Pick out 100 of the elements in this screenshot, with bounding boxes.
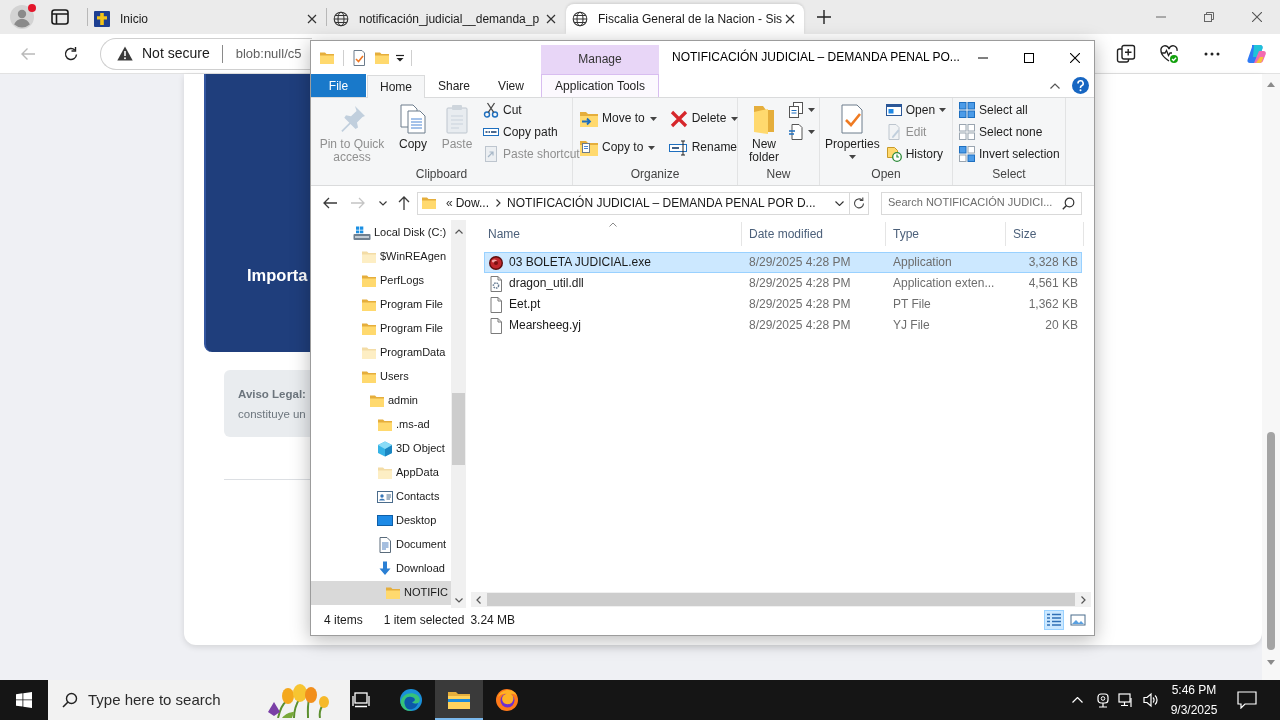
- app-logo-icon[interactable]: [1245, 42, 1267, 65]
- browser-tab[interactable]: notificación_judicial__demanda_p: [327, 4, 565, 34]
- file-type: YJ File: [893, 318, 930, 333]
- menu-caret-icon[interactable]: [395, 53, 405, 62]
- tree-item[interactable]: AppData: [311, 461, 451, 485]
- search-bar[interactable]: Type here to search: [48, 680, 350, 720]
- ribbon-tab[interactable]: Application Tools: [541, 74, 659, 97]
- tree-item[interactable]: PerfLogs: [311, 269, 451, 293]
- document-check-icon[interactable]: [351, 49, 367, 66]
- ribbon-button[interactable]: Delete: [668, 104, 739, 133]
- chevron-down-icon[interactable]: [379, 200, 387, 206]
- window-icon[interactable]: [51, 9, 69, 25]
- ribbon-button[interactable]: Move to: [579, 104, 657, 133]
- address-bar[interactable]: « Dow... NOTIFICACIÓN JUDICIAL – DEMANDA PENAL POR D...: [417, 191, 850, 215]
- tree-item[interactable]: Document: [311, 533, 451, 557]
- breadcrumb[interactable]: NOTIFICACIÓN JUDICIAL – DEMANDA PENAL POR D...: [507, 195, 816, 211]
- tree-item[interactable]: Local Disk (C:): [311, 221, 451, 245]
- ribbon-button[interactable]: Invert selection: [959, 143, 1060, 165]
- tree-item[interactable]: 3D Object: [311, 437, 451, 461]
- ribbon-button[interactable]: Rename: [668, 133, 739, 162]
- refresh-icon[interactable]: [63, 45, 79, 62]
- up-arrow-icon[interactable]: [396, 195, 412, 211]
- refresh-icon[interactable]: [853, 197, 865, 209]
- ribbon-tab[interactable]: File: [311, 74, 366, 97]
- taskbar-button[interactable]: [435, 680, 483, 720]
- tree-item[interactable]: Desktop: [311, 509, 451, 533]
- camera-icon[interactable]: [1095, 692, 1111, 708]
- ribbon-button[interactable]: History: [885, 143, 947, 165]
- scrollbar-thumb[interactable]: [452, 393, 465, 465]
- scroll-down-icon[interactable]: [1267, 660, 1275, 665]
- back-arrow-icon[interactable]: [322, 195, 338, 211]
- ribbon-button[interactable]: Select all: [959, 99, 1060, 121]
- file-date: 8/29/2025 4:28 PM: [749, 318, 851, 333]
- scroll-right-icon[interactable]: [1081, 595, 1086, 604]
- clock-time[interactable]: 5:46 PM: [1166, 680, 1222, 700]
- avatar-icon[interactable]: [10, 5, 34, 29]
- ribbon-tab[interactable]: View: [483, 74, 539, 97]
- file-row[interactable]: Eet.pt 8/29/2025 4:28 PM PT File 1,362 KB: [484, 294, 1082, 315]
- help-icon[interactable]: [1072, 77, 1089, 94]
- file-date: 8/29/2025 4:28 PM: [749, 255, 851, 270]
- scroll-up-icon[interactable]: [1267, 82, 1275, 87]
- ribbon-button[interactable]: Copy to: [579, 133, 657, 162]
- tree-item[interactable]: Program File: [311, 317, 451, 341]
- notification-icon[interactable]: [1237, 691, 1257, 709]
- tree-item[interactable]: Program File: [311, 293, 451, 317]
- scrollbar-thumb[interactable]: [1267, 432, 1275, 650]
- tree-item[interactable]: Users: [311, 365, 451, 389]
- ribbon-button[interactable]: [788, 121, 815, 143]
- ribbon-button[interactable]: Properties: [823, 99, 882, 159]
- overflow-button[interactable]: «: [446, 195, 453, 211]
- tree-item[interactable]: admin: [311, 389, 451, 413]
- scrollbar-thumb[interactable]: [487, 593, 1075, 606]
- ribbon-button[interactable]: Copy: [395, 99, 431, 151]
- new-tab-icon[interactable]: [816, 9, 832, 25]
- ribbon-button[interactable]: [788, 99, 815, 121]
- chevron-up-icon[interactable]: [1050, 82, 1060, 89]
- security-indicator[interactable]: Not secure: [142, 45, 210, 62]
- browser-tab[interactable]: Inicio: [88, 4, 326, 34]
- search-field[interactable]: Search NOTIFICACIÓN JUDICI...: [881, 191, 1082, 215]
- ribbon-button[interactable]: Open: [885, 99, 947, 121]
- file-row[interactable]: Mearsheeg.yj 8/29/2025 4:28 PM YJ File 20 KB: [484, 315, 1082, 336]
- tree-item[interactable]: ProgramData: [311, 341, 451, 365]
- view-button[interactable]: [1044, 610, 1064, 630]
- column-header[interactable]: Type: [886, 222, 1006, 246]
- close-icon[interactable]: [307, 14, 317, 24]
- scroll-up-icon[interactable]: [454, 229, 463, 234]
- ribbon-button[interactable]: Select none: [959, 121, 1060, 143]
- column-header[interactable]: Size: [1006, 222, 1084, 246]
- heart-check-icon[interactable]: [1159, 43, 1179, 64]
- file-row[interactable]: 03 BOLETA JUDICIAL.exe 8/29/2025 4:28 PM Application 3,328 KB: [484, 252, 1082, 273]
- close-icon[interactable]: [546, 14, 556, 24]
- collections-icon[interactable]: [1116, 43, 1136, 64]
- tree-item[interactable]: .ms-ad: [311, 413, 451, 437]
- ribbon-button[interactable]: New folder: [744, 99, 784, 164]
- close-icon[interactable]: [1069, 52, 1080, 63]
- start-icon[interactable]: [16, 692, 32, 708]
- scroll-left-icon[interactable]: [476, 595, 481, 604]
- restore-icon[interactable]: [1204, 12, 1214, 22]
- column-header[interactable]: Name: [484, 222, 742, 246]
- column-header[interactable]: Date modified: [742, 222, 886, 246]
- tree-item[interactable]: Download: [311, 557, 451, 581]
- ribbon-tab[interactable]: Share: [425, 74, 483, 97]
- ribbon-tab[interactable]: Home: [367, 75, 425, 98]
- tree-item[interactable]: NOTIFIC: [311, 581, 451, 605]
- close-icon[interactable]: [785, 14, 795, 24]
- tree-item[interactable]: $WinREAgen: [311, 245, 451, 269]
- maximize-icon[interactable]: [1023, 52, 1034, 63]
- tree-item[interactable]: Contacts: [311, 485, 451, 509]
- browser-tab[interactable]: Fiscalia General de la Nacion - Sis: [566, 4, 804, 34]
- file-date: 8/29/2025 4:28 PM: [749, 276, 851, 291]
- ribbon-button[interactable]: Cut: [483, 99, 580, 121]
- breadcrumb[interactable]: Dow...: [455, 195, 490, 211]
- volume-icon[interactable]: [1143, 692, 1159, 708]
- chevron-down-icon[interactable]: [835, 200, 844, 206]
- clock-date[interactable]: 9/3/2025: [1166, 700, 1222, 720]
- file-row[interactable]: dragon_util.dll 8/29/2025 4:28 PM Application exten... 4,561 KB: [484, 273, 1082, 294]
- scroll-down-icon[interactable]: [454, 598, 463, 603]
- search-field[interactable]: Type here to search: [88, 691, 238, 709]
- network-icon[interactable]: [1118, 692, 1134, 708]
- ribbon-button[interactable]: Copy path: [483, 121, 580, 143]
